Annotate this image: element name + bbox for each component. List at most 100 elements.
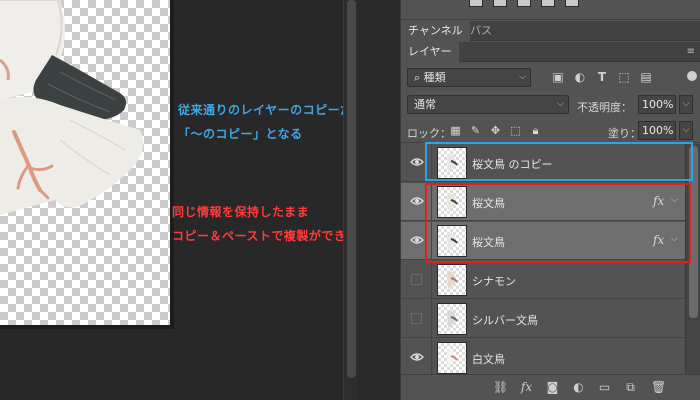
canvas-scrollbar[interactable] <box>343 0 358 400</box>
document-shadow <box>0 325 174 329</box>
annotation-blue-line1: 従来通りのレイヤーのコピーだと <box>178 103 366 117</box>
panel-menu-icon[interactable]: ≡ <box>687 46 695 57</box>
chevron-down-icon[interactable]: ⌵ <box>671 234 678 244</box>
adjustments-strip <box>401 0 700 20</box>
eye-icon[interactable] <box>410 352 424 362</box>
layer-divider <box>431 339 432 374</box>
tab-paths[interactable]: パス <box>463 21 499 41</box>
layers-panel: チャンネル パス レイヤー ≡ ⌕ 種類 ⌵ ▣ ◐ T ⬚ ▤ 通常 ⌵ 不透… <box>400 0 700 400</box>
bird-thumbnail-icon <box>447 349 458 367</box>
swatch-icon[interactable] <box>541 0 555 7</box>
layer-divider <box>431 300 432 338</box>
canvas-area[interactable]: 従来通りのレイヤーのコピーだと 「〜のコピー」となる 同じ情報を保持したまま コ… <box>0 0 371 400</box>
opacity-label: 不透明度： <box>577 101 632 114</box>
annotation-red-line2: コピー＆ペーストで複製ができる！ <box>172 229 372 243</box>
layer-row[interactable]: 桜文鳥 fx ⌵ <box>401 222 685 260</box>
opacity-input[interactable]: 100% <box>638 95 676 114</box>
layer-row[interactable]: 桜文鳥 fx ⌵ <box>401 183 685 221</box>
filter-row: ⌕ 種類 ⌵ ▣ ◐ T ⬚ ▤ <box>401 63 700 91</box>
tab-layers[interactable]: レイヤー <box>401 42 459 62</box>
blend-row: 通常 ⌵ 不透明度： 100% ⌵ <box>401 92 700 118</box>
lock-position-icon[interactable]: ✥ <box>489 124 502 137</box>
lock-brush-icon[interactable]: ✎ <box>469 124 482 137</box>
chevron-down-icon[interactable]: ⌵ <box>679 121 693 140</box>
lock-artboard-icon[interactable]: ⬚ <box>509 124 522 137</box>
bird-illustration <box>0 0 144 215</box>
visibility-toggle-off[interactable] <box>411 274 422 285</box>
layer-divider <box>431 261 432 299</box>
layer-row[interactable]: シルバー文鳥 <box>401 300 685 338</box>
lock-transparency-icon[interactable]: ▦ <box>449 124 462 137</box>
type-filter-icon[interactable]: T <box>595 70 609 84</box>
canvas-scrollbar-thumb[interactable] <box>347 0 356 378</box>
adjustment-filter-icon[interactable]: ◐ <box>573 70 587 84</box>
layer-name: シナモン <box>472 275 516 288</box>
bird-thumbnail-icon <box>447 154 458 172</box>
photoshop-window: 従来通りのレイヤーのコピーだと 「〜のコピー」となる 同じ情報を保持したまま コ… <box>0 0 700 400</box>
bird-thumbnail-icon <box>447 232 458 250</box>
chevron-down-icon[interactable]: ⌵ <box>671 195 678 205</box>
bird-thumbnail-icon <box>447 310 458 328</box>
bird-thumbnail-icon <box>447 271 458 289</box>
layer-list-scrollbar[interactable] <box>685 144 700 374</box>
channels-tabbar: チャンネル パス <box>401 21 700 41</box>
document-canvas[interactable] <box>0 0 170 325</box>
bird-thumbnail-icon <box>447 193 458 211</box>
panel-gutter <box>358 0 400 400</box>
smart-object-filter-icon[interactable]: ▤ <box>639 70 653 84</box>
new-layer-icon[interactable]: ⧉ <box>623 380 638 395</box>
shape-filter-icon[interactable]: ⬚ <box>617 70 631 84</box>
blend-mode-select[interactable]: 通常 ⌵ <box>407 95 569 114</box>
layer-name: 桜文鳥 <box>472 197 505 210</box>
pixel-filter-icon[interactable]: ▣ <box>551 70 565 84</box>
filter-kind-label: 種類 <box>423 71 446 84</box>
annotation-blue-line2: 「〜のコピー」となる <box>178 127 303 141</box>
annotation-blue: 従来通りのレイヤーのコピーだと 「〜のコピー」となる <box>178 98 365 146</box>
lock-label: ロック： <box>407 127 451 140</box>
swatch-icon[interactable] <box>469 0 483 7</box>
visibility-toggle-off[interactable] <box>411 313 422 324</box>
link-layers-icon[interactable]: ⛓︎ <box>493 380 508 395</box>
layer-name: 桜文鳥 <box>472 236 505 249</box>
annotation-red: 同じ情報を保持したまま コピー＆ペーストで複製ができる！ <box>172 200 371 248</box>
chevron-down-icon[interactable]: ⌵ <box>679 95 693 114</box>
layer-thumbnail <box>437 264 467 296</box>
group-folder-icon[interactable]: ▭ <box>597 380 612 395</box>
tab-channels[interactable]: チャンネル <box>401 21 470 41</box>
layer-effects-icon[interactable]: fx <box>653 233 664 247</box>
layers-tabbar: レイヤー ≡ <box>401 42 700 62</box>
eye-icon[interactable] <box>410 196 424 206</box>
layer-divider <box>431 144 432 182</box>
eye-icon[interactable] <box>410 235 424 245</box>
filter-kind-select[interactable]: ⌕ 種類 ⌵ <box>407 68 531 87</box>
add-style-icon[interactable]: fx <box>519 380 534 395</box>
annotation-red-line1: 同じ情報を保持したまま <box>172 205 310 219</box>
adjustment-layer-icon[interactable]: ◐ <box>571 380 586 395</box>
layer-divider <box>431 183 432 221</box>
filter-toggle-icon[interactable] <box>687 71 697 81</box>
document-shadow <box>170 0 174 328</box>
layer-list-scrollbar-thumb[interactable] <box>689 146 698 318</box>
layer-row[interactable]: シナモン <box>401 261 685 299</box>
lock-all-icon[interactable]: 🔒︎ <box>529 124 542 137</box>
trash-icon[interactable]: 🗑︎ <box>651 380 666 395</box>
chevron-down-icon: ⌵ <box>557 99 564 109</box>
layer-effects-icon[interactable]: fx <box>653 194 664 208</box>
swatch-icon[interactable] <box>517 0 531 7</box>
swatch-icon[interactable] <box>565 0 579 7</box>
lock-row: ロック： ▦ ✎ ✥ ⬚ 🔒︎ 塗り： 100% ⌵ <box>401 119 700 143</box>
fill-input[interactable]: 100% <box>638 121 676 140</box>
layer-thumbnail <box>437 303 467 335</box>
layer-row[interactable]: 白文鳥 <box>401 339 685 374</box>
add-mask-icon[interactable]: ◙ <box>545 380 560 395</box>
blend-mode-value: 通常 <box>414 98 436 111</box>
fill-label: 塗り： <box>608 127 641 140</box>
layer-name: 白文鳥 <box>472 353 505 366</box>
layer-divider <box>431 222 432 260</box>
layer-thumbnail <box>437 225 467 257</box>
eye-icon[interactable] <box>410 157 424 167</box>
layer-list: 桜文鳥 のコピー 桜文鳥 fx ⌵ 桜文鳥 fx ⌵ シナモン シルバー文鳥 白… <box>401 144 685 374</box>
layer-row[interactable]: 桜文鳥 のコピー <box>401 144 685 182</box>
layer-name: 桜文鳥 のコピー <box>472 158 553 171</box>
swatch-icon[interactable] <box>493 0 507 7</box>
